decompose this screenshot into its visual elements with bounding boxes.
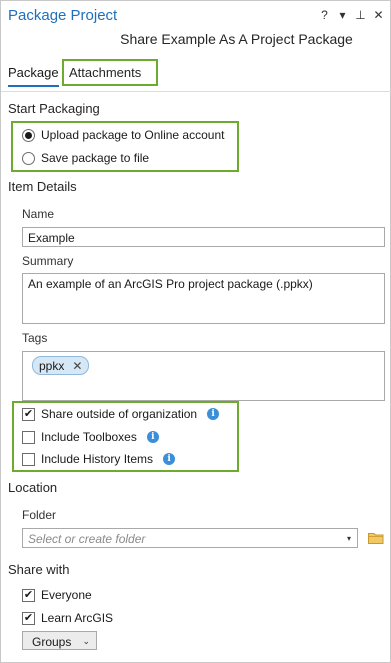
info-icon[interactable]: i — [163, 453, 176, 465]
radio-save-to-file[interactable]: Save package to file — [22, 151, 149, 165]
pane-title: Package Project — [8, 7, 118, 24]
tab-attachments[interactable]: Attachments — [69, 64, 141, 82]
include-toolboxes-checkbox[interactable]: Include Toolboxes i — [22, 430, 159, 444]
start-packaging-heading: Start Packaging — [8, 101, 100, 116]
share-everyone-label: Everyone — [41, 588, 92, 602]
item-details-heading: Item Details — [8, 179, 77, 194]
info-icon[interactable]: i — [146, 431, 159, 443]
tag-chip: ppkx ✕ — [32, 356, 90, 375]
include-history-items-checkbox[interactable]: Include History Items i — [22, 452, 176, 466]
checkbox-checked-icon[interactable]: ✔ — [22, 611, 35, 625]
share-everyone-checkbox[interactable]: ✔ Everyone — [22, 588, 92, 602]
folder-icon[interactable] — [368, 532, 384, 544]
menu-chevron-icon[interactable]: ▾ — [337, 7, 348, 23]
package-project-pane: Package Project ? ▾ ⊥ ✕ Share Example As… — [0, 0, 391, 663]
help-icon[interactable]: ? — [319, 7, 330, 23]
checkbox-unchecked-icon[interactable] — [22, 430, 35, 444]
info-icon[interactable]: i — [207, 408, 220, 420]
folder-label: Folder — [22, 508, 57, 522]
radio-selected-icon[interactable] — [22, 128, 35, 142]
radio-save-to-file-label: Save package to file — [41, 151, 150, 165]
tab-divider — [1, 91, 391, 92]
tags-label: Tags — [22, 331, 48, 345]
share-learn-arcgis-checkbox[interactable]: ✔ Learn ArcGIS — [22, 611, 113, 625]
name-field[interactable]: Example — [22, 227, 385, 247]
chevron-down-icon: ⌄ — [82, 636, 90, 646]
checkbox-checked-icon[interactable]: ✔ — [22, 407, 35, 421]
share-with-heading: Share with — [8, 562, 70, 577]
summary-label: Summary — [22, 254, 74, 268]
radio-unselected-icon[interactable] — [22, 151, 35, 165]
pane-subtitle: Share Example As A Project Package — [120, 31, 353, 47]
close-icon[interactable]: ✕ — [373, 7, 384, 23]
summary-field[interactable]: An example of an ArcGIS Pro project pack… — [22, 273, 385, 324]
folder-select[interactable]: Select or create folder ▾ — [22, 528, 358, 548]
radio-upload-online-label: Upload package to Online account — [41, 128, 225, 142]
chevron-down-icon[interactable]: ▾ — [347, 534, 351, 543]
include-toolboxes-label: Include Toolboxes — [41, 430, 137, 444]
groups-dropdown[interactable]: Groups ⌄ — [22, 631, 97, 650]
tab-package[interactable]: Package — [8, 64, 59, 82]
folder-select-placeholder: Select or create folder — [28, 532, 146, 546]
groups-dropdown-label: Groups — [32, 634, 72, 649]
pane-controls: ? ▾ ⊥ ✕ — [319, 7, 384, 23]
share-learn-arcgis-label: Learn ArcGIS — [41, 611, 114, 625]
name-label: Name — [22, 207, 55, 221]
include-history-items-label: Include History Items — [41, 452, 154, 466]
checkbox-checked-icon[interactable]: ✔ — [22, 588, 35, 602]
pin-icon[interactable]: ⊥ — [355, 7, 366, 23]
location-heading: Location — [8, 480, 58, 495]
share-outside-org-label: Share outside of organization — [41, 407, 198, 421]
tag-chip-label: ppkx — [39, 358, 65, 373]
remove-tag-icon[interactable]: ✕ — [72, 359, 82, 373]
checkbox-unchecked-icon[interactable] — [22, 452, 35, 466]
active-tab-indicator — [8, 85, 59, 87]
radio-upload-online[interactable]: Upload package to Online account — [22, 128, 224, 142]
share-outside-org-checkbox[interactable]: ✔ Share outside of organization i — [22, 407, 220, 421]
